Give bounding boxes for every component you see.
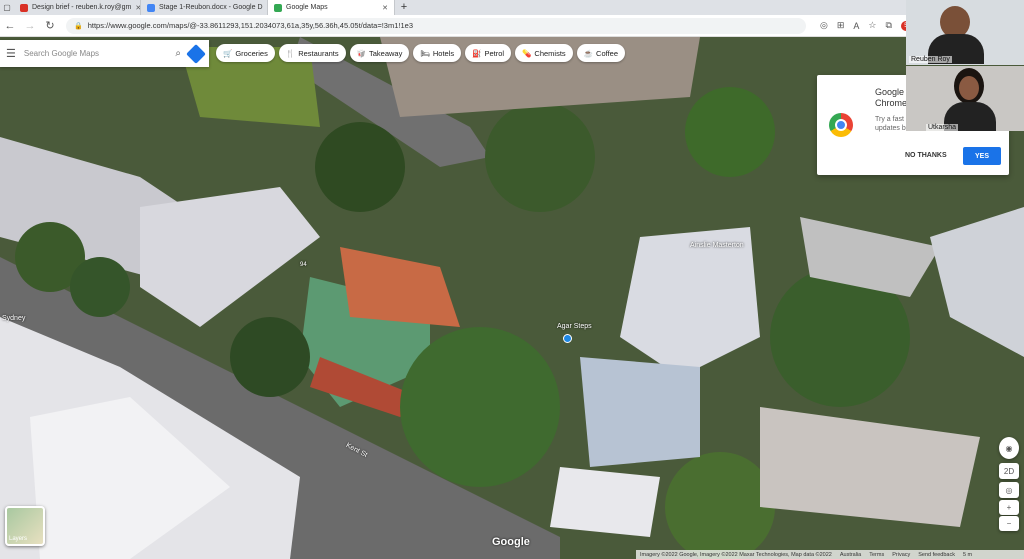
popup-title: Google Chrome <box>875 87 908 108</box>
search-icon[interactable]: ⌕ <box>175 48 181 59</box>
map-pin-icon[interactable] <box>563 334 572 343</box>
place-label-agar-steps[interactable]: Agar Steps <box>557 323 592 330</box>
chip-hotels[interactable]: 🛏 Hotels <box>413 44 462 62</box>
video-tile-reuben[interactable]: Reuben Roy <box>906 0 1024 65</box>
cart-icon: 🛒 <box>223 48 233 58</box>
chip-label: Takeaway <box>368 48 403 58</box>
directions-icon[interactable] <box>186 43 206 64</box>
feedback-link[interactable]: Send feedback <box>918 552 955 558</box>
participant-name: Reuben Roy <box>909 56 952 63</box>
tab-label: Google Maps <box>286 4 328 11</box>
collections-icon[interactable]: ⧉ <box>886 20 892 31</box>
layers-button[interactable]: Layers <box>5 506 45 546</box>
participant-face <box>959 76 979 100</box>
chip-takeaway[interactable]: 🥡 Takeaway <box>349 44 410 62</box>
zoom-in-button[interactable]: + <box>999 500 1019 515</box>
back-icon[interactable]: ← <box>0 20 20 32</box>
tab-google-maps[interactable]: Google Maps ✕ <box>268 0 395 15</box>
docs-icon <box>147 3 155 12</box>
chip-restaurants[interactable]: 🍴 Restaurants <box>278 44 346 62</box>
chip-coffee[interactable]: ☕ Coffee <box>576 44 625 62</box>
2d-toggle-button[interactable]: 2D <box>999 463 1019 479</box>
chip-petrol[interactable]: ⛽ Petrol <box>465 44 512 62</box>
chip-label: Restaurants <box>298 48 339 58</box>
address-bar: ← → ↻ 🔒 https://www.google.com/maps/@-33… <box>0 15 1024 37</box>
layers-label: Layers <box>9 536 28 542</box>
tab-label: Design brief - reuben.k.roy@gm <box>32 4 132 11</box>
read-aloud-icon[interactable]: A <box>853 21 859 31</box>
url-field[interactable]: 🔒 https://www.google.com/maps/@-33.86112… <box>66 17 806 34</box>
tab-design-brief[interactable]: Design brief - reuben.k.roy@gm ✕ <box>14 0 141 15</box>
reload-icon[interactable]: ↻ <box>40 19 60 32</box>
fuel-icon: ⛽ <box>472 48 482 58</box>
attribution-text: Imagery ©2022 Google, Imagery ©2022 Maxa… <box>640 551 832 558</box>
chip-chemists[interactable]: 💊 Chemists <box>515 44 573 62</box>
close-icon[interactable]: ✕ <box>382 4 388 12</box>
place-label-sydney[interactable]: Sydney <box>2 315 25 322</box>
gmail-icon <box>20 3 28 12</box>
pill-icon: 💊 <box>522 48 532 58</box>
chip-label: Coffee <box>596 48 618 58</box>
category-chips: 🛒 Groceries 🍴 Restaurants 🥡 Takeaway 🛏 Hotel… <box>216 44 625 62</box>
chip-label: Chemists <box>534 48 566 58</box>
tab-bar: ▢ Design brief - reuben.k.roy@gm ✕ Stage… <box>0 0 1024 15</box>
new-tab-button[interactable]: + <box>395 0 413 15</box>
no-thanks-button[interactable]: NO THANKS <box>905 152 947 159</box>
tab-label: Stage 1-Reubon.docx - Google D <box>159 4 263 11</box>
scale-bar: 5 m <box>962 551 973 558</box>
search-input[interactable]: Search Google Maps <box>24 49 99 58</box>
popup-body: Try a fast updates b <box>875 116 906 132</box>
privacy-link[interactable]: Privacy <box>892 552 910 558</box>
participant-name: Utkarsha <box>926 124 959 131</box>
chip-label: Petrol <box>484 48 505 58</box>
chip-label: Groceries <box>235 48 268 58</box>
window-menu-icon[interactable]: ▢ <box>0 0 14 15</box>
bed-icon: 🛏 <box>420 48 430 58</box>
zoom-out-button[interactable]: − <box>999 516 1019 531</box>
hamburger-menu-icon[interactable]: ☰ <box>6 47 16 60</box>
chip-groceries[interactable]: 🛒 Groceries <box>216 44 275 62</box>
favorite-icon[interactable]: ☆ <box>868 20 876 31</box>
takeaway-icon: 🥡 <box>356 48 366 58</box>
yes-button[interactable]: YES <box>963 147 1001 165</box>
terms-link[interactable]: Terms <box>869 552 884 558</box>
place-label-ainslie[interactable]: Ainslie Masterton <box>690 242 744 249</box>
lock-icon: 🔒 <box>74 22 83 30</box>
google-logo: Google <box>492 536 530 548</box>
search-box[interactable]: ☰ Search Google Maps ⌕ <box>0 40 209 67</box>
video-tile-utkarsha[interactable]: Utkarsha <box>906 66 1024 131</box>
fork-icon: 🍴 <box>285 48 296 58</box>
maps-icon <box>274 3 282 12</box>
apps-icon[interactable]: ⊞ <box>837 20 845 31</box>
url-text: https://www.google.com/maps/@-33.8611293… <box>87 21 413 30</box>
forward-icon[interactable]: → <box>20 20 40 32</box>
my-location-icon[interactable]: ◎ <box>999 482 1019 498</box>
compass-icon[interactable]: ◉ <box>999 437 1019 459</box>
house-number-label: 94 <box>300 262 307 268</box>
chrome-logo-icon <box>829 113 853 137</box>
coffee-icon: ☕ <box>583 48 594 58</box>
tab-stage-doc[interactable]: Stage 1-Reubon.docx - Google D ✕ <box>141 0 268 15</box>
chip-label: Hotels <box>432 48 455 58</box>
country-link[interactable]: Australia <box>840 552 861 558</box>
location-icon[interactable]: ◎ <box>820 20 828 31</box>
map-footer: Imagery ©2022 Google, Imagery ©2022 Maxa… <box>636 550 1024 559</box>
